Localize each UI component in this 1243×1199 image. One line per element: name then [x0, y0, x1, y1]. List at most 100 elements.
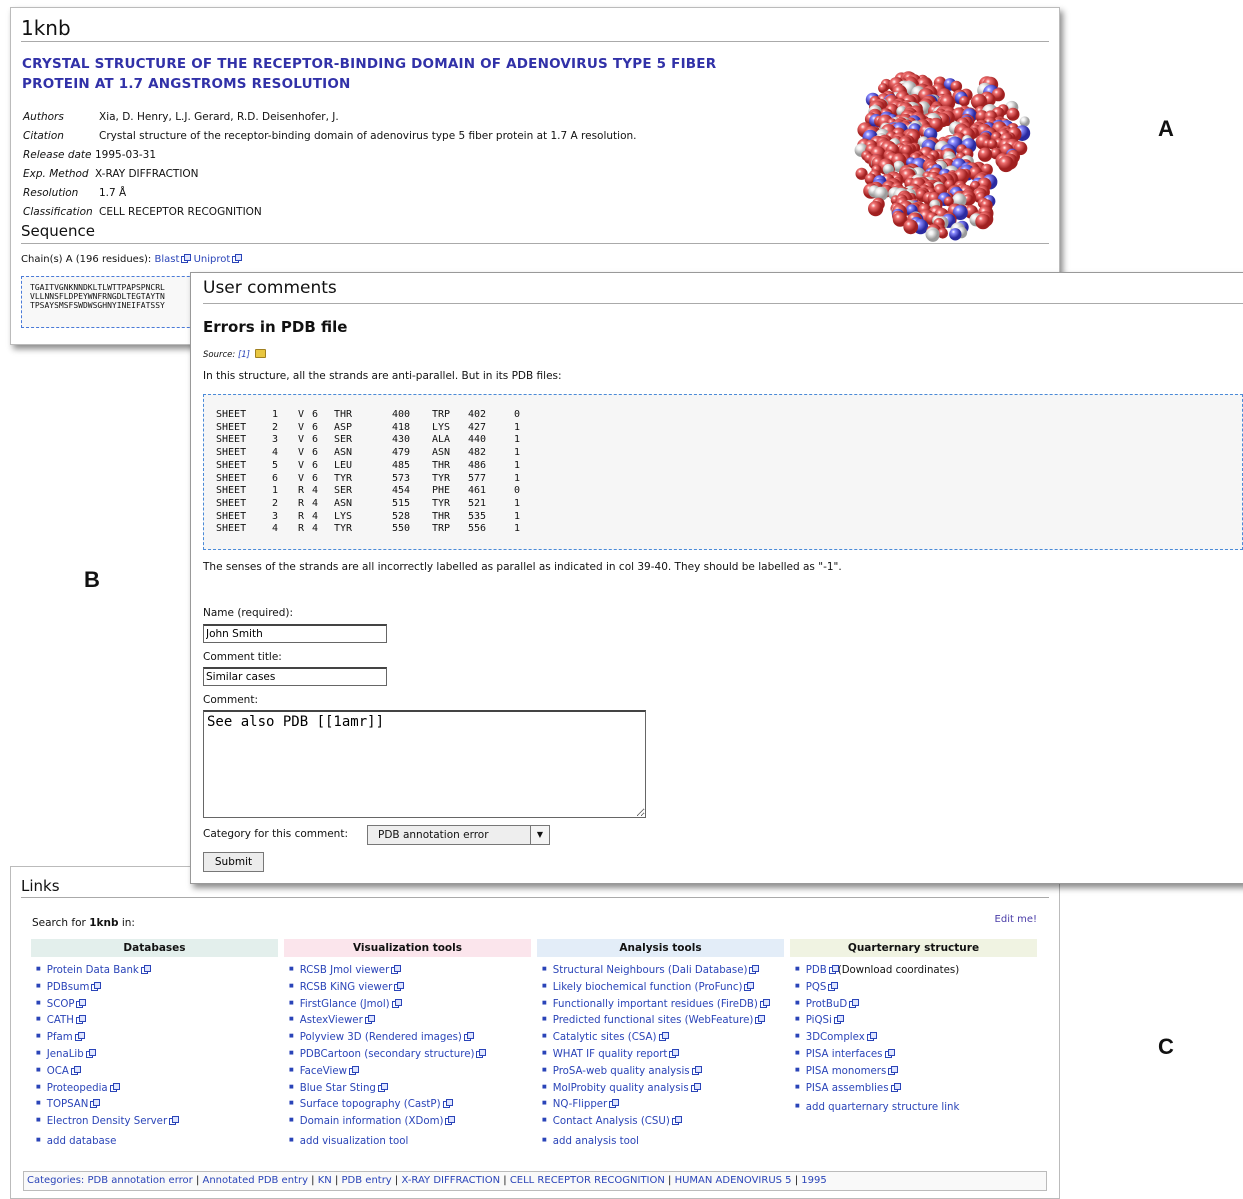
- link-list-item[interactable]: PISA monomers: [790, 1065, 1037, 1083]
- link-list-item[interactable]: PQS: [790, 981, 1037, 999]
- comment-textarea[interactable]: See also PDB [[1amr]]: [203, 710, 646, 818]
- external-link-icon: [90, 1099, 101, 1109]
- category-link[interactable]: CELL RECEPTOR RECOGNITION: [510, 1175, 665, 1186]
- sheet-field: V: [298, 472, 305, 484]
- external-link-icon: [391, 998, 402, 1008]
- link-list-item[interactable]: PISA assemblies: [790, 1082, 1037, 1100]
- sheet-field: 6: [312, 459, 319, 471]
- link-list-item[interactable]: PDB (Download coordinates): [790, 965, 1037, 982]
- comment-conclusion: The senses of the strands are all incorr…: [203, 561, 842, 573]
- uniprot-label: Uniprot: [193, 254, 231, 265]
- category-link[interactable]: PDB entry: [342, 1175, 392, 1186]
- category-link[interactable]: KN: [318, 1175, 332, 1186]
- link-list-item[interactable]: Likely biochemical function (ProFunc): [537, 981, 784, 999]
- submit-button[interactable]: Submit: [203, 852, 264, 872]
- structure-title: CRYSTAL STRUCTURE OF THE RECEPTOR-BINDIN…: [22, 56, 717, 92]
- link-list-item[interactable]: ProtBuD: [790, 998, 1037, 1016]
- link-list-item[interactable]: Blue Star Sting: [284, 1082, 531, 1100]
- add-link-item[interactable]: add quarternary structure link: [790, 1102, 1037, 1119]
- comment-title: Errors in PDB file: [203, 318, 348, 336]
- link-label: Catalytic sites (CSA): [552, 1032, 657, 1044]
- add-link-item[interactable]: add visualization tool: [284, 1136, 531, 1153]
- sheet-field: ASN: [432, 447, 451, 459]
- edit-me-link[interactable]: Edit me!: [995, 914, 1037, 925]
- link-list-item[interactable]: WHAT IF quality report: [537, 1048, 784, 1066]
- sheet-field: 2: [272, 497, 279, 509]
- atom-sphere: [959, 96, 970, 107]
- link-label: Functionally important residues (FireDB): [552, 998, 758, 1010]
- atom-sphere: [977, 147, 993, 162]
- sheet-field: 6: [312, 472, 319, 484]
- link-list-item[interactable]: AstexViewer: [284, 1015, 531, 1032]
- link-list-item[interactable]: PiQSi: [790, 1015, 1037, 1032]
- add-link-item[interactable]: add analysis tool: [537, 1136, 784, 1153]
- link-list-item[interactable]: Polyview 3D (Rendered images): [284, 1032, 531, 1049]
- category-select[interactable]: PDB annotation error ▼: [367, 825, 550, 845]
- link-list-item[interactable]: OCA: [31, 1065, 278, 1083]
- link-list-item[interactable]: TOPSAN: [31, 1099, 278, 1116]
- categories-bar: Categories: PDB annotation error | Annot…: [23, 1171, 1047, 1191]
- sheet-record-row: SHEET 1 V 6 THR 400 TRP 402 0: [216, 409, 1242, 422]
- link-list-item[interactable]: FaceView: [284, 1065, 531, 1083]
- sheet-field: 1: [514, 447, 521, 459]
- source-link[interactable]: [1]: [238, 350, 250, 360]
- link-list-item[interactable]: Domain information (XDom): [284, 1116, 531, 1133]
- sheet-field: PHE: [432, 485, 451, 497]
- add-link-item[interactable]: add database: [31, 1136, 278, 1153]
- link-list-item[interactable]: Predicted functional sites (WebFeature): [537, 1015, 784, 1032]
- uniprot-link[interactable]: Uniprot: [193, 254, 243, 265]
- link-list-item[interactable]: JenaLib: [31, 1048, 278, 1066]
- sheet-field: V: [298, 421, 305, 433]
- sheet-field: TYR: [334, 472, 353, 484]
- sheet-field: 400: [392, 409, 411, 420]
- link-list-item[interactable]: NQ-Flipper: [537, 1099, 784, 1116]
- link-list-item[interactable]: PDBCartoon (secondary structure): [284, 1048, 531, 1066]
- sheet-field: 556: [468, 523, 487, 535]
- category-link[interactable]: 1995: [801, 1175, 826, 1186]
- source-label: Source:: [203, 350, 236, 360]
- sheet-record-row: SHEET 4 R 4 TYR 550 TRP 556 1: [216, 523, 1242, 536]
- sheet-field: 521: [468, 497, 487, 509]
- link-list-item[interactable]: Electron Density Server: [31, 1116, 278, 1133]
- link-list-item[interactable]: 3DComplex: [790, 1032, 1037, 1049]
- links-divider: [21, 897, 1049, 898]
- sheet-field: 1: [514, 510, 521, 522]
- link-label: Contact Analysis (CSU): [552, 1116, 670, 1128]
- link-list: PDB (Download coordinates) PQS ProtBuD PiQSi…: [790, 965, 1037, 1119]
- link-list-item[interactable]: RCSB KiNG viewer: [284, 981, 531, 999]
- category-link[interactable]: PDB annotation error: [87, 1175, 192, 1186]
- dropdown-arrow-icon[interactable]: ▼: [530, 826, 549, 844]
- categories-label[interactable]: Categories:: [27, 1175, 84, 1186]
- category-separator: |: [331, 1175, 342, 1186]
- category-link[interactable]: Annotated PDB entry: [203, 1175, 309, 1186]
- link-list-item[interactable]: FirstGlance (Jmol): [284, 998, 531, 1016]
- sheet-field: 1: [514, 497, 521, 509]
- link-list-item[interactable]: Pfam: [31, 1032, 278, 1049]
- link-list-item[interactable]: CATH: [31, 1015, 278, 1032]
- comment-title-field[interactable]: [203, 667, 387, 686]
- link-list-item[interactable]: Proteopedia: [31, 1082, 278, 1100]
- link-list-item[interactable]: Protein Data Bank: [31, 965, 278, 982]
- link-list-item[interactable]: PDBsum: [31, 981, 278, 999]
- category-link[interactable]: X-RAY DIFFRACTION: [401, 1175, 500, 1186]
- link-label: Pfam: [46, 1032, 73, 1044]
- link-list-item[interactable]: PISA interfaces: [790, 1048, 1037, 1066]
- link-list-item[interactable]: SCOP: [31, 998, 278, 1016]
- link-list-item[interactable]: Surface topography (CastP): [284, 1099, 531, 1116]
- sheet-field: LYS: [334, 510, 353, 522]
- link-list-item[interactable]: Functionally important residues (FireDB): [537, 998, 784, 1016]
- link-list-item[interactable]: Catalytic sites (CSA): [537, 1032, 784, 1049]
- link-list-item[interactable]: RCSB Jmol viewer: [284, 965, 531, 982]
- category-link[interactable]: HUMAN ADENOVIRUS 5: [675, 1175, 792, 1186]
- link-list-item[interactable]: Contact Analysis (CSU): [537, 1116, 784, 1133]
- meta-value: Xia, D. Henry, L.J. Gerard, R.D. Deisenh…: [99, 111, 339, 123]
- name-field[interactable]: [203, 624, 387, 643]
- meta-resolution: Resolution 1.7 Å: [23, 187, 126, 199]
- link-label: FaceView: [299, 1065, 347, 1077]
- external-link-icon: [74, 1032, 85, 1042]
- link-list-item[interactable]: Structural Neighbours (Dali Database): [537, 965, 784, 982]
- external-link-icon: [866, 1032, 877, 1042]
- link-list-item[interactable]: MolProbity quality analysis: [537, 1082, 784, 1100]
- link-list-item[interactable]: ProSA-web quality analysis: [537, 1065, 784, 1083]
- blast-link[interactable]: Blast: [154, 254, 192, 265]
